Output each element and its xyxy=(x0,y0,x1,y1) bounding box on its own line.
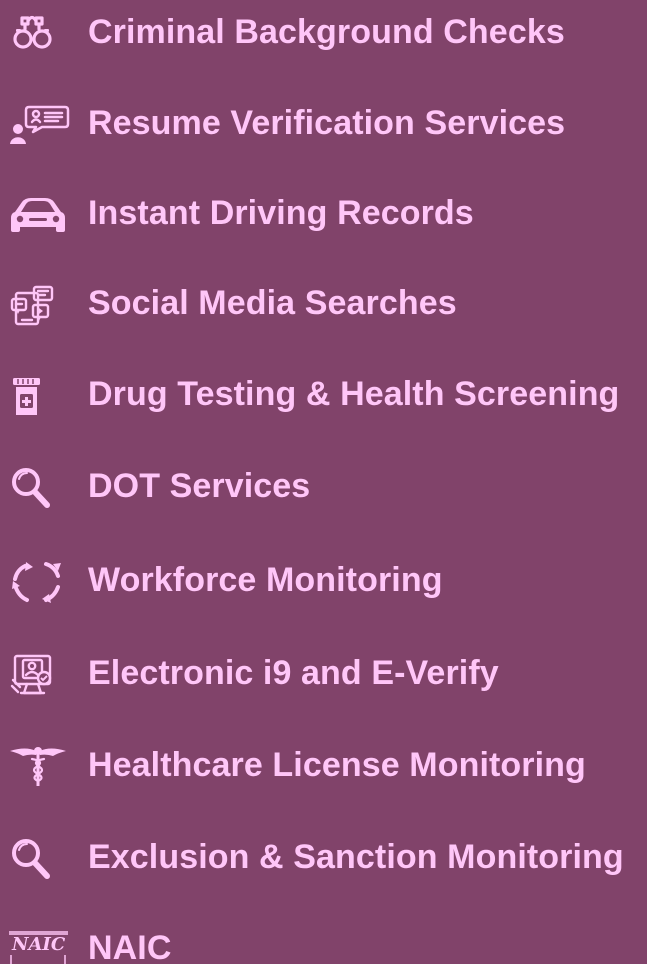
drug-testing-health-screening-link[interactable]: Drug Testing & Health Screening xyxy=(0,362,647,426)
exclusion-sanction-monitoring-link[interactable]: Exclusion & Sanction Monitoring xyxy=(0,825,647,889)
dot-services-link[interactable]: DOT Services xyxy=(0,454,647,518)
instant-driving-records-link[interactable]: Instant Driving Records xyxy=(0,181,647,245)
caduceus-icon xyxy=(8,743,68,787)
naic-logo-icon: NAIC xyxy=(8,926,68,964)
service-label: Healthcare License Monitoring xyxy=(88,746,586,784)
document-computer-icon xyxy=(8,651,68,695)
resume-verification-services-link[interactable]: Resume Verification Services xyxy=(0,91,647,155)
service-label: Electronic i9 and E-Verify xyxy=(88,654,499,692)
naic-logo-text: NAIC xyxy=(11,934,66,955)
electronic-i9-e-verify-link[interactable]: Electronic i9 and E-Verify xyxy=(0,641,647,705)
service-label: Drug Testing & Health Screening xyxy=(88,375,620,413)
naic-link[interactable]: NAIC NAIC xyxy=(0,916,647,964)
handcuffs-icon xyxy=(8,10,68,54)
refresh-cycle-icon xyxy=(8,558,68,603)
criminal-background-checks-link[interactable]: Criminal Background Checks xyxy=(0,0,647,64)
service-label: Social Media Searches xyxy=(88,284,457,322)
medicine-bottle-icon xyxy=(8,372,68,416)
social-media-searches-link[interactable]: Social Media Searches xyxy=(0,271,647,335)
magnifying-glass-icon xyxy=(8,464,68,508)
service-label: Workforce Monitoring xyxy=(88,561,443,599)
services-list: Criminal Background Checks Resume Verifi… xyxy=(0,0,647,964)
service-label: DOT Services xyxy=(88,467,311,505)
resume-speech-icon xyxy=(8,101,70,145)
magnifying-glass-icon xyxy=(8,835,68,879)
service-label: Exclusion & Sanction Monitoring xyxy=(88,838,624,876)
service-label: Criminal Background Checks xyxy=(88,13,565,51)
social-media-icon xyxy=(8,281,68,326)
service-label: Resume Verification Services xyxy=(88,104,566,142)
service-label: NAIC xyxy=(88,929,172,964)
workforce-monitoring-link[interactable]: Workforce Monitoring xyxy=(0,548,647,612)
service-label: Instant Driving Records xyxy=(88,194,474,232)
healthcare-license-monitoring-link[interactable]: Healthcare License Monitoring xyxy=(0,733,647,797)
car-icon xyxy=(8,191,68,235)
